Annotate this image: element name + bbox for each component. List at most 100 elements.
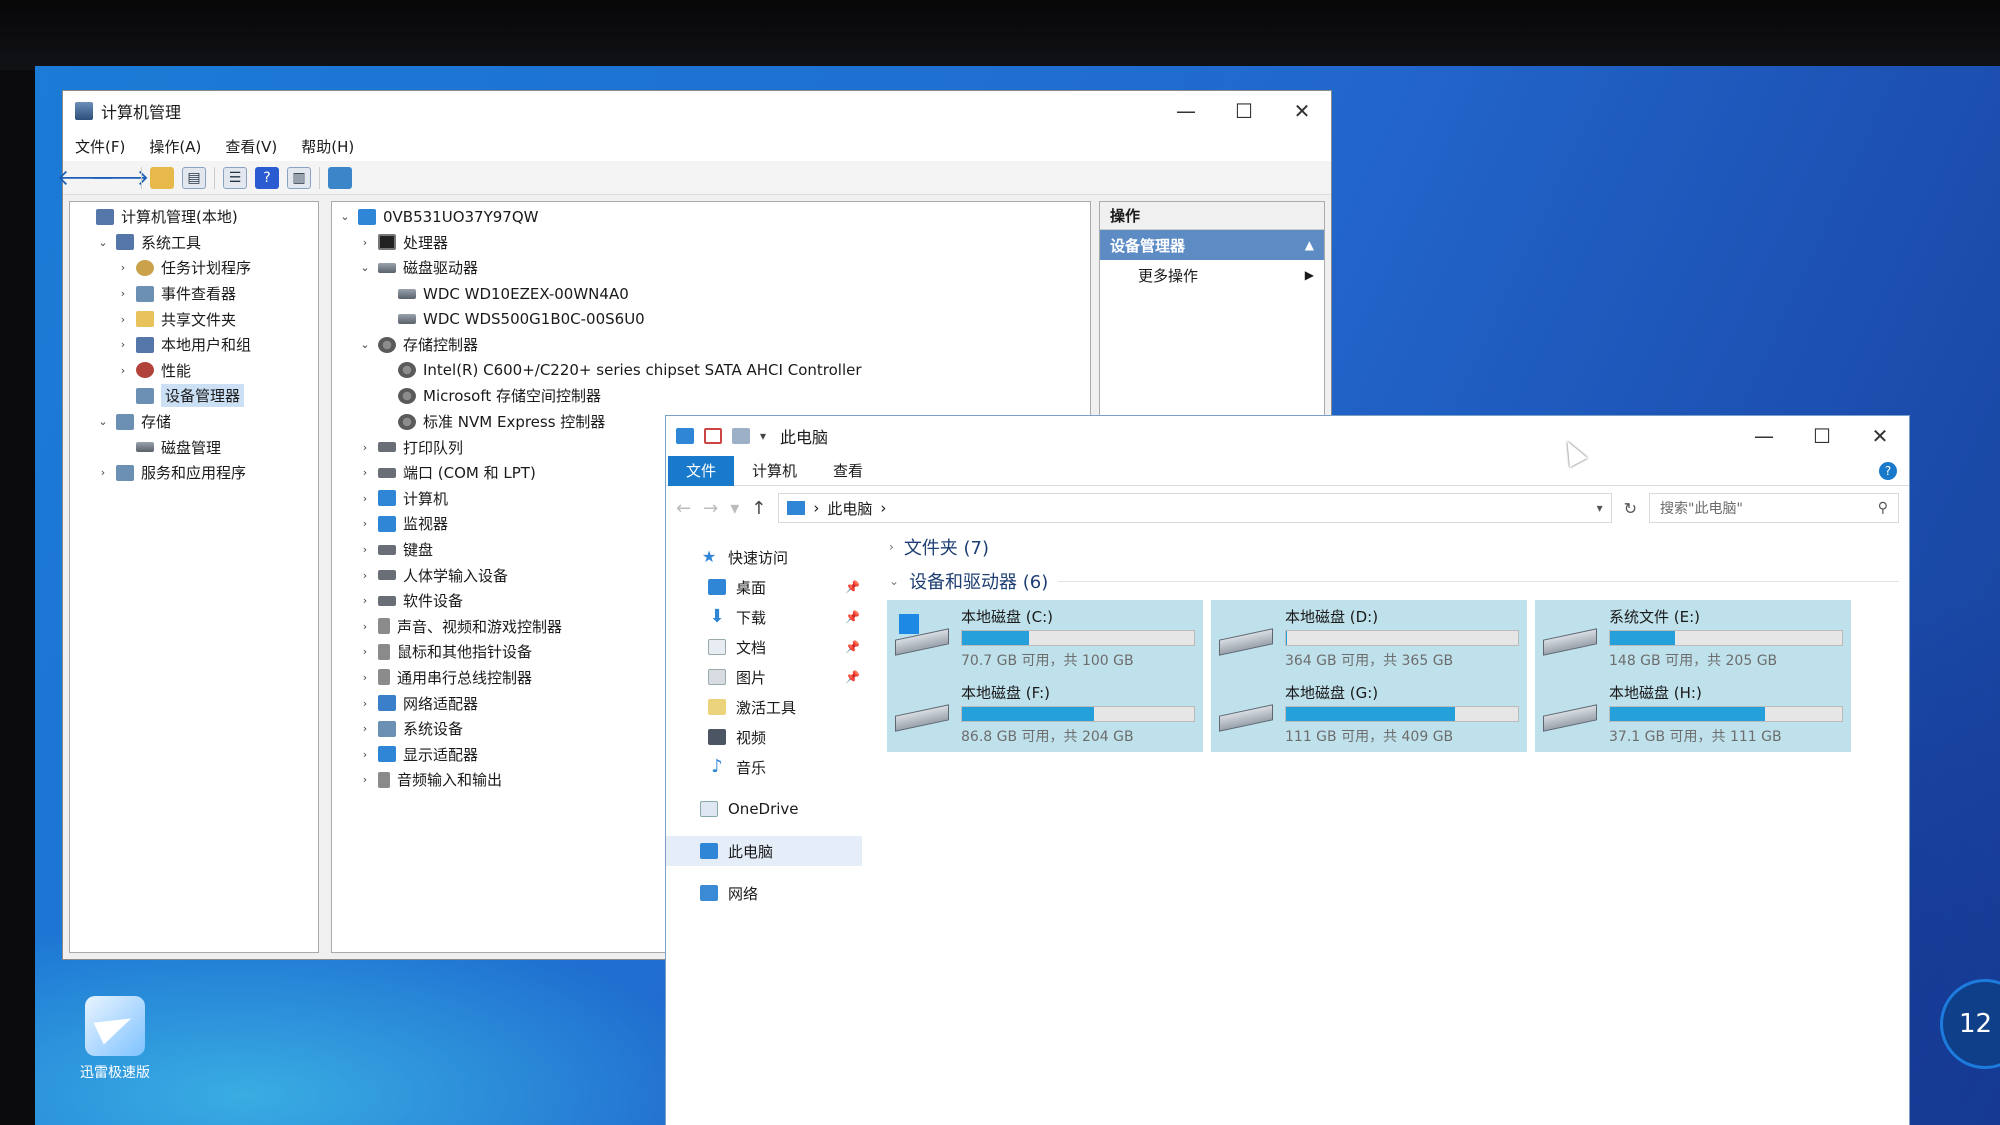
device-tree-item[interactable]: Microsoft 存储空间控制器	[332, 383, 1090, 409]
properties-check-icon[interactable]	[704, 428, 722, 444]
console-tree-item[interactable]: 计算机管理(本地)	[70, 204, 318, 230]
chevron-right-icon[interactable]: ›	[358, 236, 372, 249]
nav-item[interactable]: ★ 快速访问	[666, 542, 866, 572]
address-bar[interactable]: › 此电脑 › ▾	[778, 493, 1612, 523]
actions-section-device-manager[interactable]: 设备管理器 ▲	[1100, 230, 1324, 260]
nav-item[interactable]: ♪ 音乐	[666, 752, 866, 782]
console-tree-item[interactable]: › 任务计划程序	[70, 255, 318, 281]
breadcrumb[interactable]: 此电脑	[827, 498, 872, 519]
nav-item[interactable]: 视频	[666, 722, 866, 752]
console-tree-item[interactable]: ⌄ 存储	[70, 409, 318, 435]
nav-item-network[interactable]: 网络	[666, 878, 866, 908]
chevron-right-icon[interactable]: ›	[358, 517, 372, 530]
device-tree-item[interactable]: WDC WD10EZEX-00WN4A0	[332, 281, 1090, 307]
help-icon[interactable]: ?	[255, 166, 279, 189]
chevron-right-icon[interactable]: ›	[358, 569, 372, 582]
maximize-button[interactable]: ☐	[1215, 91, 1273, 131]
device-tree-item[interactable]: ⌄ 0VB531UO37Y97QW	[332, 204, 1090, 230]
new-folder-icon[interactable]	[732, 428, 750, 444]
cm-titlebar[interactable]: 计算机管理 — ☐ ✕	[63, 91, 1331, 131]
chevron-down-icon[interactable]: ⌄	[358, 338, 372, 351]
drive-tile[interactable]: 本地磁盘 (H:) 37.1 GB 可用，共 111 GB	[1535, 676, 1851, 752]
folders-group-header[interactable]: › 文件夹 (7)	[881, 530, 1909, 564]
menu-view[interactable]: 查看(V)	[225, 136, 277, 157]
scan-hardware-icon[interactable]	[328, 166, 352, 189]
close-button[interactable]: ✕	[1851, 416, 1909, 456]
close-button[interactable]: ✕	[1273, 91, 1331, 131]
chevron-right-icon[interactable]: ›	[116, 261, 130, 274]
nav-item[interactable]: 桌面 📌	[666, 572, 866, 602]
minimize-button[interactable]: —	[1735, 416, 1793, 456]
device-tree-item[interactable]: Intel(R) C600+/C220+ series chipset SATA…	[332, 358, 1090, 384]
chevron-right-icon[interactable]: ›	[116, 313, 130, 326]
chevron-right-icon[interactable]: ›	[358, 722, 372, 735]
chevron-right-icon[interactable]: ›	[358, 620, 372, 633]
pin-icon[interactable]: 📌	[845, 610, 860, 624]
console-tree-item[interactable]: › 服务和应用程序	[70, 460, 318, 486]
action-pane-icon[interactable]: ▥	[287, 166, 311, 189]
show-hide-tree-icon[interactable]: ▤	[182, 166, 206, 189]
menu-file[interactable]: 文件(F)	[75, 136, 125, 157]
nav-item[interactable]: 图片 📌	[666, 662, 866, 692]
drive-tile[interactable]: 本地磁盘 (F:) 86.8 GB 可用，共 204 GB	[887, 676, 1203, 752]
tab-file[interactable]: 文件	[668, 455, 735, 486]
drive-tile[interactable]: 本地磁盘 (C:) 70.7 GB 可用，共 100 GB	[887, 600, 1203, 676]
chevron-right-icon[interactable]: ›	[358, 441, 372, 454]
chevron-right-icon[interactable]: ›	[358, 671, 372, 684]
up-folder-icon[interactable]	[150, 166, 174, 189]
devices-group-header[interactable]: ⌄ 设备和驱动器 (6)	[881, 564, 1909, 598]
nav-item[interactable]: 激活工具	[666, 692, 866, 722]
chevron-right-icon[interactable]: ›	[358, 492, 372, 505]
chevron-right-icon[interactable]: ›	[358, 543, 372, 556]
collapse-up-icon[interactable]: ▲	[1305, 238, 1314, 252]
properties-icon[interactable]: ☰	[223, 166, 247, 189]
nav-item[interactable]: ⬇ 下载 📌	[666, 602, 866, 632]
device-tree-item[interactable]: WDC WDS500G1B0C-00S6U0	[332, 306, 1090, 332]
chevron-down-icon[interactable]: ⌄	[358, 261, 372, 274]
chevron-right-icon[interactable]: ›	[358, 466, 372, 479]
chevron-right-icon[interactable]: ›	[358, 645, 372, 658]
chevron-down-icon[interactable]: ▾	[1597, 501, 1603, 515]
chevron-right-icon[interactable]: ›	[96, 466, 110, 479]
minimize-button[interactable]: —	[1157, 91, 1215, 131]
console-tree-item[interactable]: 设备管理器	[70, 383, 318, 409]
chevron-right-icon[interactable]: ›	[358, 748, 372, 761]
clock-widget[interactable]: 12	[1940, 979, 2000, 1069]
help-icon[interactable]: ?	[1879, 461, 1897, 480]
nav-item[interactable]: 文档 📌	[666, 632, 866, 662]
drive-tile[interactable]: 系统文件 (E:) 148 GB 可用，共 205 GB	[1535, 600, 1851, 676]
menu-help[interactable]: 帮助(H)	[301, 136, 354, 157]
more-actions-item[interactable]: 更多操作 ▶	[1100, 260, 1324, 290]
chevron-right-icon[interactable]: ›	[116, 287, 130, 300]
chevron-right-icon[interactable]: ›	[358, 594, 372, 607]
tab-computer[interactable]: 计算机	[734, 456, 815, 486]
pin-icon[interactable]: 📌	[845, 640, 860, 654]
chevron-right-icon[interactable]: ›	[358, 697, 372, 710]
console-tree-item[interactable]: 磁盘管理	[70, 434, 318, 460]
fe-titlebar[interactable]: ▾ 此电脑 — ☐ ✕	[666, 416, 1909, 456]
console-tree-item[interactable]: › 性能	[70, 358, 318, 384]
nav-item-this-pc[interactable]: 此电脑	[666, 836, 862, 866]
customize-dropdown-icon[interactable]: ▾	[760, 429, 766, 443]
device-tree-item[interactable]: › 处理器	[332, 230, 1090, 256]
console-tree-item[interactable]: › 共享文件夹	[70, 306, 318, 332]
pin-icon[interactable]: 📌	[845, 670, 860, 684]
tab-view[interactable]: 查看	[815, 456, 881, 486]
search-input[interactable]: 搜索"此电脑" ⚲	[1649, 493, 1899, 523]
recent-dropdown-icon[interactable]: ▾	[730, 498, 739, 519]
up-arrow-icon[interactable]: ↑	[751, 498, 766, 519]
chevron-right-icon[interactable]: ›	[116, 364, 130, 377]
refresh-icon[interactable]: ↻	[1624, 499, 1637, 518]
chevron-right-icon[interactable]: ›	[358, 773, 372, 786]
drive-tile[interactable]: 本地磁盘 (G:) 111 GB 可用，共 409 GB	[1211, 676, 1527, 752]
console-tree-item[interactable]: › 本地用户和组	[70, 332, 318, 358]
chevron-down-icon[interactable]: ⌄	[338, 210, 352, 223]
device-tree-item[interactable]: ⌄ 磁盘驱动器	[332, 255, 1090, 281]
chevron-down-icon[interactable]: ⌄	[96, 415, 110, 428]
console-tree-item[interactable]: ⌄ 系统工具	[70, 230, 318, 256]
device-tree-item[interactable]: ⌄ 存储控制器	[332, 332, 1090, 358]
nav-item-onedrive[interactable]: OneDrive	[666, 794, 866, 824]
menu-action[interactable]: 操作(A)	[149, 136, 201, 157]
forward-arrow-icon[interactable]: →	[703, 498, 718, 519]
search-icon[interactable]: ⚲	[1878, 500, 1888, 516]
